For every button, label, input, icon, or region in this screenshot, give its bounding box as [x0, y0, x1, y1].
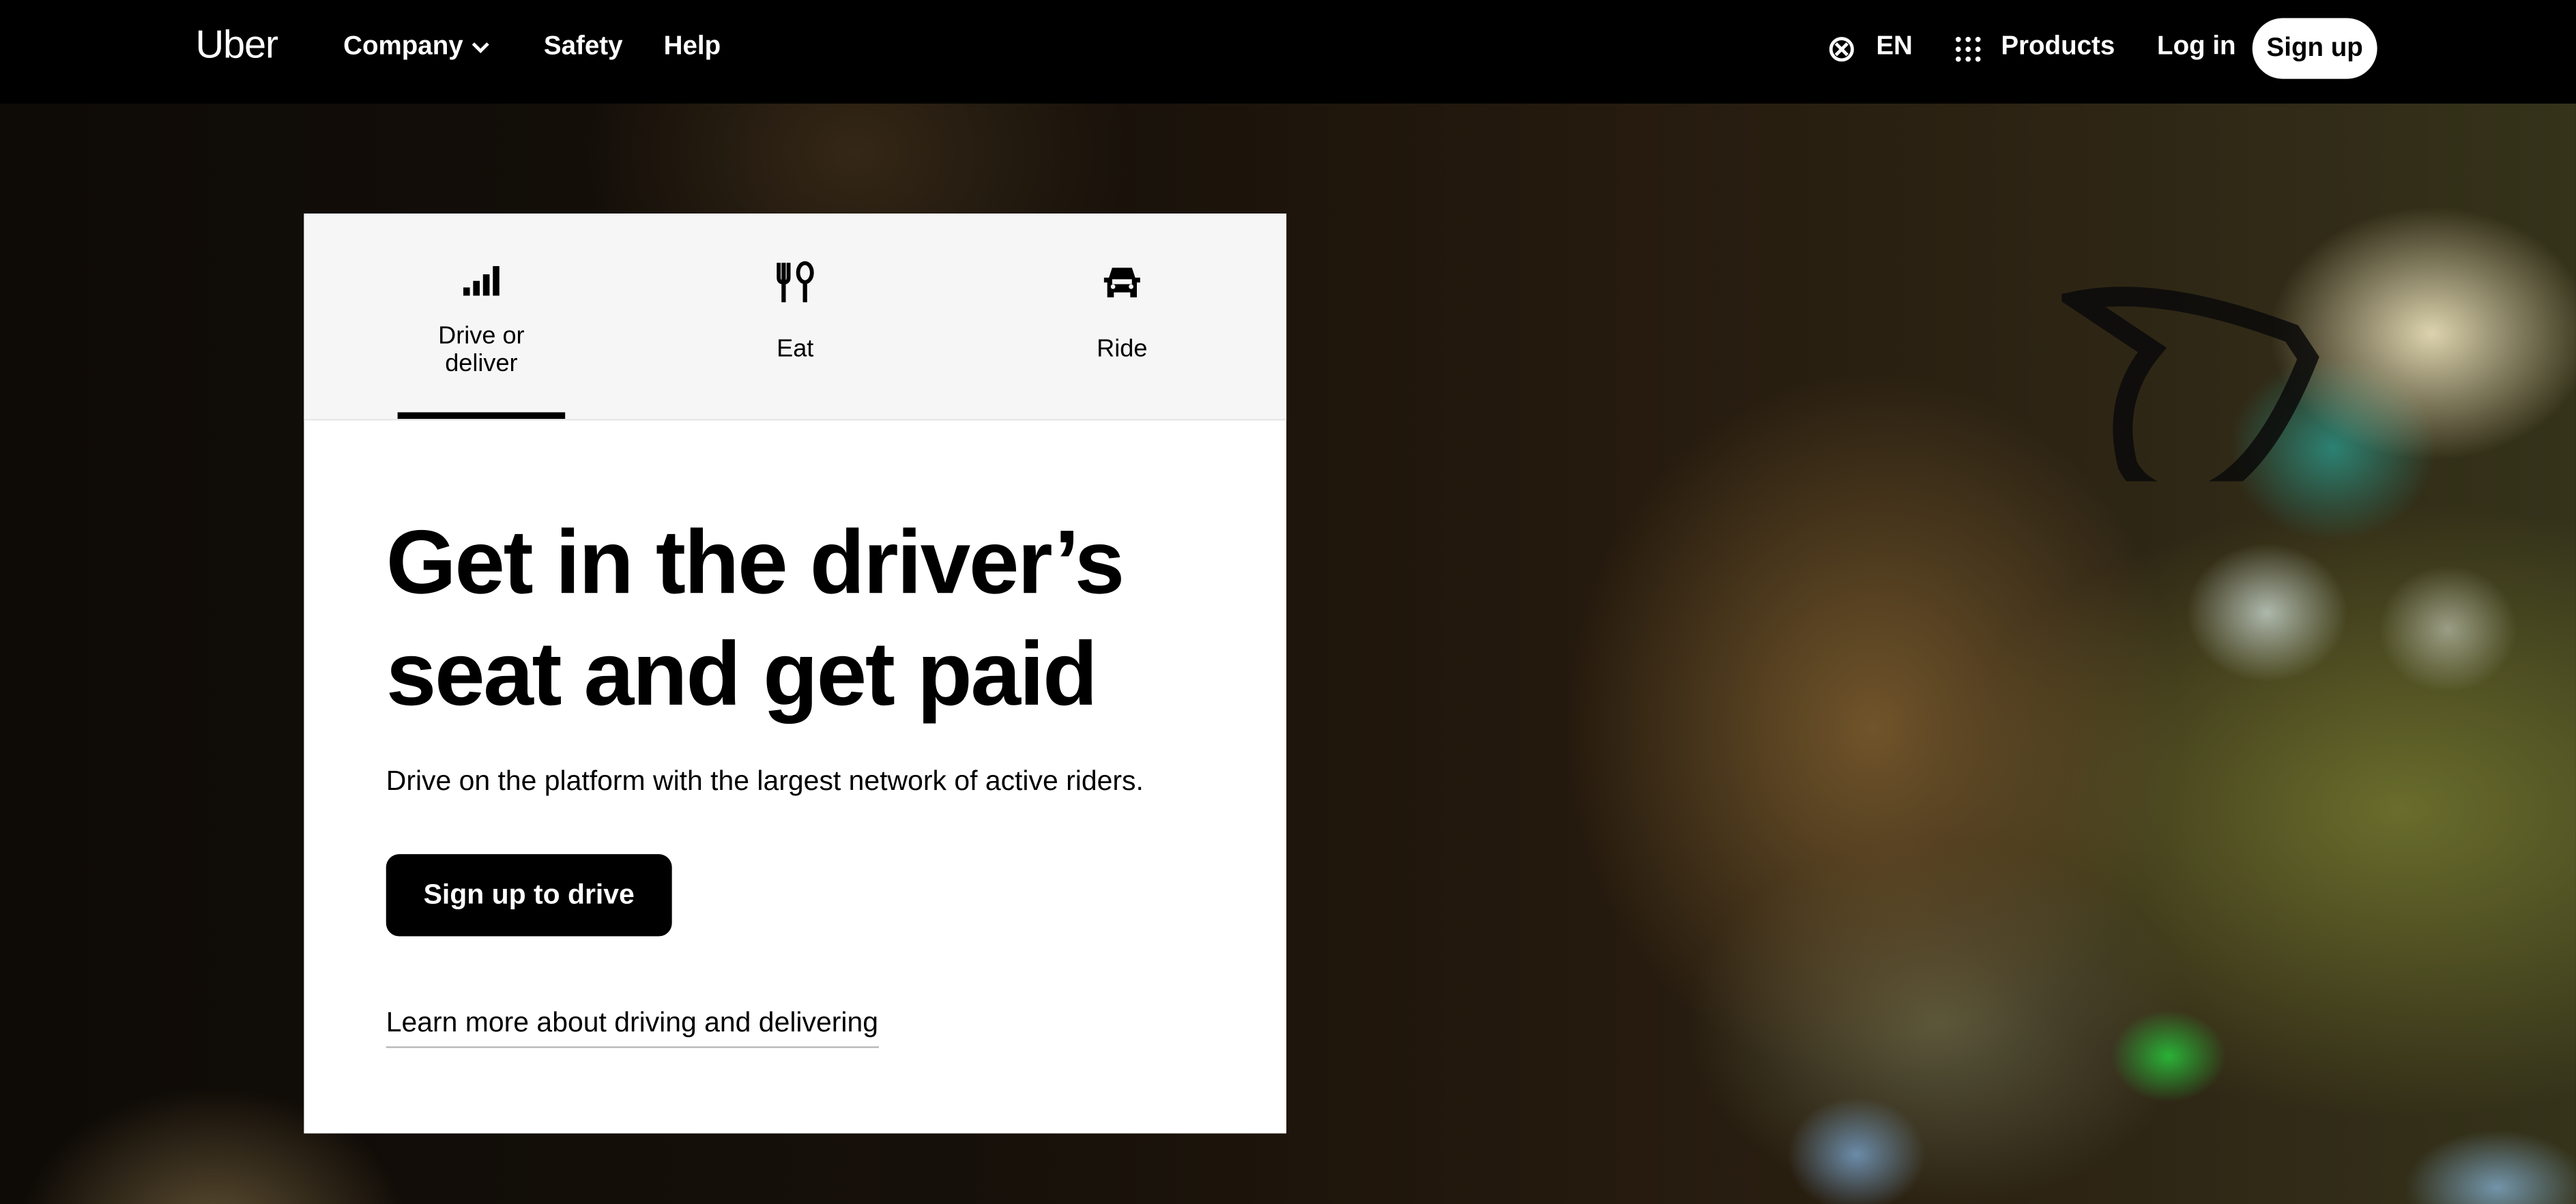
signal-bars-icon: [463, 266, 500, 296]
tab-label: Ride: [1097, 335, 1148, 364]
globe-icon[interactable]: [1829, 36, 1855, 63]
uber-logo[interactable]: Uber: [195, 23, 278, 69]
safety-link[interactable]: Safety: [544, 33, 623, 62]
active-tab-indicator: [397, 412, 566, 420]
login-link[interactable]: Log in: [2157, 33, 2236, 62]
car-icon: [1103, 267, 1140, 297]
page: Uber Company Safety Help EN Products Log…: [0, 0, 2576, 1204]
company-menu[interactable]: Company: [343, 33, 463, 62]
chevron-down-icon[interactable]: [472, 41, 489, 54]
tab-eat[interactable]: Eat: [713, 214, 878, 419]
tab-drive-or-deliver[interactable]: Drive or deliver: [397, 214, 566, 420]
top-navbar: Uber Company Safety Help EN Products Log…: [0, 0, 2576, 104]
tab-label: Eat: [777, 335, 814, 364]
glasses-shape: [2061, 287, 2319, 482]
sign-up-to-drive-button[interactable]: Sign up to drive: [386, 854, 672, 937]
signup-button[interactable]: Sign up: [2252, 18, 2377, 79]
language-selector[interactable]: EN: [1876, 33, 1913, 62]
products-menu[interactable]: Products: [2001, 33, 2115, 62]
service-tabs: Drive or deliver Eat Ride: [304, 214, 1287, 421]
tab-ride[interactable]: Ride: [1040, 214, 1204, 419]
tab-label: Drive or deliver: [438, 321, 525, 378]
grid-icon[interactable]: [1955, 36, 1982, 63]
page-title: Get in the driver’s seat and get paid: [386, 510, 1125, 724]
hero-card: Drive or deliver Eat Ride Get in the dri…: [304, 214, 1287, 1134]
help-link[interactable]: Help: [664, 33, 721, 62]
learn-more-link[interactable]: Learn more about driving and delivering: [386, 1007, 878, 1048]
fork-spoon-icon: [777, 261, 814, 303]
hero-subtext: Drive on the platform with the largest n…: [386, 765, 1144, 797]
